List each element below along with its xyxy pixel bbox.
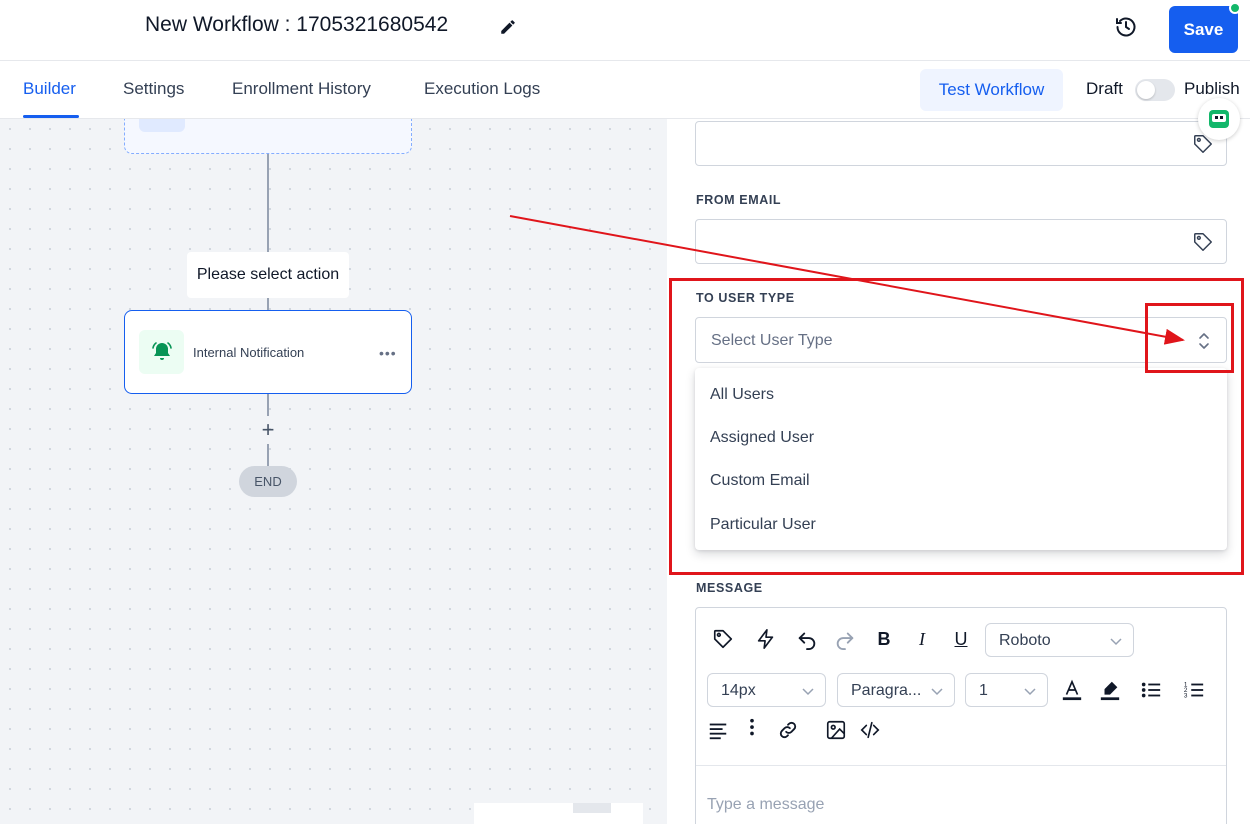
option-assigned-user[interactable]: Assigned User (710, 429, 814, 447)
draft-label: Draft (1086, 79, 1123, 98)
action-label: Internal Notification (193, 345, 305, 360)
minimap-viewport (573, 803, 611, 813)
image-icon[interactable] (825, 719, 847, 741)
add-action-icon[interactable]: + (258, 417, 278, 443)
more-icon[interactable]: ••• (379, 345, 397, 361)
user-type-placeholder: Select User Type (711, 332, 833, 349)
link-icon[interactable] (777, 719, 799, 741)
publish-label: Publish (1184, 79, 1240, 98)
tag-icon[interactable] (712, 628, 734, 650)
editor-divider (696, 765, 1226, 766)
undo-icon[interactable] (796, 628, 818, 650)
end-node: END (239, 466, 297, 497)
minimap[interactable] (474, 803, 643, 824)
workflow-header: New Workflow : 1705321680542 Save (0, 0, 1250, 61)
redo-icon[interactable] (834, 628, 856, 650)
from-email-field[interactable] (695, 219, 1227, 264)
block-style-select[interactable]: Paragra... (837, 673, 955, 707)
option-particular-user[interactable]: Particular User (710, 516, 816, 534)
lightning-icon[interactable] (755, 628, 777, 650)
to-user-type-label: TO USER TYPE (696, 291, 795, 305)
bullet-list-icon[interactable] (1140, 679, 1162, 701)
chevrons-icon[interactable] (1196, 330, 1212, 352)
tab-bar: Builder Settings Enrollment History Exec… (0, 61, 1250, 119)
tab-builder[interactable]: Builder (23, 79, 76, 99)
user-type-dropdown: All Users Assigned User Custom Email Par… (695, 368, 1227, 550)
code-icon[interactable] (859, 719, 881, 741)
action-settings-panel: FROM EMAIL TO USER TYPE Select User Type… (667, 119, 1250, 824)
workflow-canvas[interactable]: Please select action Internal Notificati… (0, 119, 667, 824)
highlight-icon[interactable] (1099, 679, 1121, 701)
block-style-value: Paragra... (851, 682, 922, 699)
bot-glyph-icon (1209, 110, 1229, 128)
trigger-card[interactable] (124, 119, 412, 154)
line-height-value: 1 (979, 682, 988, 699)
connector-line (267, 394, 269, 416)
bold-icon[interactable]: B (873, 628, 895, 650)
align-icon[interactable] (707, 719, 729, 741)
connector-line (267, 154, 269, 252)
test-workflow-button[interactable]: Test Workflow (920, 69, 1063, 111)
message-label: MESSAGE (696, 581, 763, 595)
message-placeholder[interactable]: Type a message (707, 796, 824, 814)
trigger-icon-box (139, 119, 185, 132)
chevron-down-icon (1024, 688, 1036, 696)
font-size-select[interactable]: 14px (707, 673, 826, 707)
save-button[interactable]: Save (1169, 6, 1238, 53)
user-type-select[interactable]: Select User Type (695, 317, 1227, 363)
chevron-down-icon (931, 688, 943, 696)
line-height-select[interactable]: 1 (965, 673, 1048, 707)
chevron-down-icon (802, 688, 814, 696)
workflow-title: New Workflow : 1705321680542 (145, 13, 449, 36)
history-icon[interactable] (1114, 15, 1138, 39)
bell-icon-box (139, 330, 184, 374)
underline-icon[interactable]: U (950, 628, 972, 650)
subject-field[interactable] (695, 121, 1227, 166)
italic-icon[interactable]: I (911, 628, 933, 650)
message-editor: B I U Roboto 14px Paragra... 1 1 2 3 Typ… (695, 607, 1227, 824)
font-family-value: Roboto (999, 632, 1051, 649)
active-tab-indicator (23, 115, 79, 118)
publish-toggle[interactable] (1135, 79, 1175, 101)
status-dot (1229, 2, 1241, 14)
edit-icon[interactable] (499, 18, 517, 36)
connector-line (267, 298, 269, 310)
font-family-select[interactable]: Roboto (985, 623, 1134, 657)
tag-icon[interactable] (1192, 231, 1214, 253)
svg-text:3: 3 (1184, 692, 1188, 699)
option-custom-email[interactable]: Custom Email (710, 472, 810, 490)
from-email-label: FROM EMAIL (696, 193, 782, 207)
text-color-icon[interactable] (1061, 679, 1083, 701)
numbered-list-icon[interactable]: 1 2 3 (1183, 679, 1205, 701)
tab-enrollment-history[interactable]: Enrollment History (232, 79, 371, 99)
font-size-value: 14px (721, 682, 756, 699)
tab-settings[interactable]: Settings (123, 79, 184, 99)
bot-icon[interactable] (1198, 98, 1240, 140)
connector-line (267, 444, 269, 466)
tab-execution-logs[interactable]: Execution Logs (424, 79, 540, 99)
select-action-label[interactable]: Please select action (187, 252, 349, 298)
bell-icon (151, 342, 172, 360)
more-vertical-icon[interactable] (741, 717, 763, 739)
internal-notification-card[interactable]: Internal Notification ••• (124, 310, 412, 394)
chevron-down-icon (1110, 638, 1122, 646)
option-all-users[interactable]: All Users (710, 386, 774, 404)
toggle-knob (1137, 81, 1155, 99)
